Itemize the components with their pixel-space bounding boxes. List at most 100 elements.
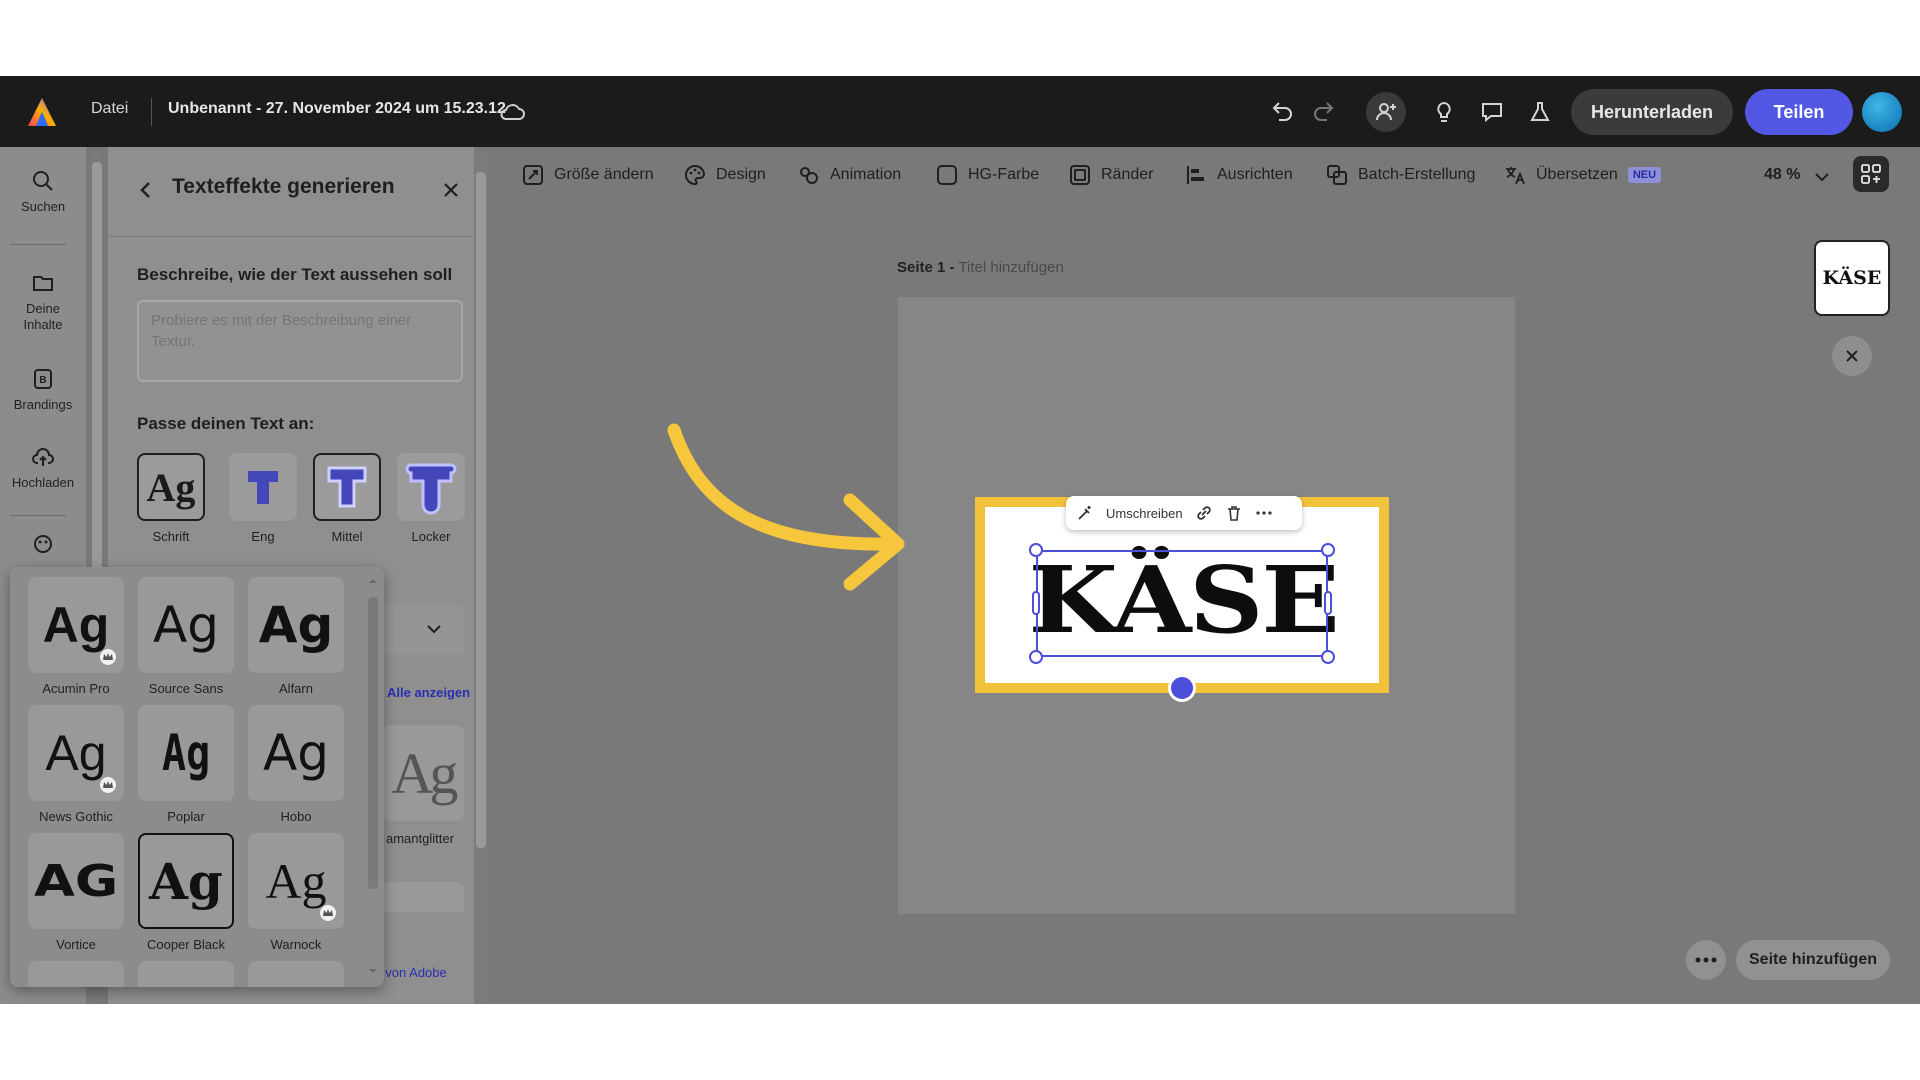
more-options-button[interactable]: [1686, 940, 1726, 980]
trash-icon[interactable]: [1225, 504, 1243, 522]
scroll-thumb[interactable]: [476, 172, 486, 848]
fit-glyph: Ag: [146, 464, 196, 510]
font-option-next[interactable]: [138, 961, 234, 987]
document-title[interactable]: Unbenannt - 27. November 2024 um 15.23.1…: [168, 100, 506, 118]
close-icon[interactable]: [442, 181, 460, 199]
chevron-up-icon[interactable]: [369, 577, 377, 585]
layout-icon: [1861, 164, 1881, 184]
rail-item-upload[interactable]: Hochladen: [0, 445, 86, 491]
font-option-next[interactable]: [28, 961, 124, 987]
zoom-level[interactable]: 48 %: [1764, 166, 1800, 184]
font-option-warnock[interactable]: Ag Warnock: [248, 833, 344, 952]
redo-icon[interactable]: [1308, 96, 1340, 128]
fit-option-tile: [397, 453, 465, 521]
text-fit-loose-icon: [405, 463, 457, 515]
font-option-vortice[interactable]: AG Vortice: [28, 833, 124, 952]
link-icon[interactable]: [1195, 504, 1213, 522]
side-handle[interactable]: [1324, 591, 1332, 615]
rail-item-search[interactable]: Suchen: [0, 169, 86, 215]
toolbar-design[interactable]: Design: [684, 164, 766, 186]
layout-panel-button[interactable]: [1853, 156, 1889, 192]
toolbar-label: HG-Farbe: [968, 166, 1040, 183]
flask-icon[interactable]: [1524, 96, 1556, 128]
file-menu[interactable]: Datei: [91, 100, 128, 118]
toolbar-translate[interactable]: Übersetzen NEU: [1504, 164, 1662, 186]
rewrite-button[interactable]: Umschreiben: [1106, 506, 1183, 521]
font-tile: [248, 961, 344, 987]
show-all-link[interactable]: Alle anzeigen: [387, 685, 470, 700]
font-option-acumin-pro[interactable]: Ag Acumin Pro: [28, 577, 124, 696]
cloud-sync-icon[interactable]: [498, 98, 526, 126]
scroll-thumb[interactable]: [368, 597, 378, 889]
folder-icon: [33, 276, 53, 291]
lightbulb-icon[interactable]: [1428, 96, 1460, 128]
font-tile: Ag: [138, 705, 234, 801]
fit-option-tight[interactable]: Eng: [229, 453, 297, 544]
resize-handle[interactable]: [1029, 543, 1043, 557]
font-option-cooper-black[interactable]: Ag Cooper Black: [138, 833, 234, 952]
undo-icon[interactable]: [1266, 96, 1298, 128]
font-option-next[interactable]: [248, 961, 344, 987]
chevron-down-icon[interactable]: [369, 967, 377, 975]
adapt-text-label: Passe deinen Text an:: [137, 414, 315, 433]
rail-item-your-content[interactable]: Deine Inhalte: [0, 271, 86, 333]
toolbar-resize[interactable]: Größe ändern: [522, 164, 654, 186]
font-label: Vortice: [56, 937, 96, 952]
resize-handle[interactable]: [1029, 650, 1043, 664]
rotate-handle[interactable]: [1168, 674, 1196, 702]
resize-handle[interactable]: [1321, 543, 1335, 557]
rail-item-generative[interactable]: [0, 532, 86, 562]
font-glyph: Ag: [263, 724, 329, 782]
fit-option-medium[interactable]: Mittel: [313, 453, 381, 544]
download-button[interactable]: Herunterladen: [1571, 89, 1733, 135]
font-select-dropdown[interactable]: [382, 605, 464, 655]
effect-tile-glitter[interactable]: Ag: [382, 725, 464, 821]
toolbar-batch[interactable]: Batch-Erstellung: [1326, 164, 1475, 186]
page-thumbnail[interactable]: KÄSE: [1814, 240, 1890, 316]
toolbar-borders[interactable]: Ränder: [1069, 164, 1153, 186]
align-icon: [1187, 166, 1204, 184]
search-icon: [33, 171, 53, 191]
more-icon[interactable]: [1255, 504, 1273, 522]
adobe-express-logo-icon[interactable]: [26, 96, 58, 128]
font-tile: [138, 961, 234, 987]
font-picker-popover: Ag Acumin Pro Ag Source Sans Ag Alfarn A…: [10, 567, 384, 987]
effect-description-input[interactable]: [137, 300, 463, 382]
comment-icon[interactable]: [1476, 96, 1508, 128]
font-option-news-gothic[interactable]: Ag News Gothic: [28, 705, 124, 824]
chevron-down-icon[interactable]: [1814, 170, 1830, 184]
font-option-alfarn[interactable]: Ag Alfarn: [248, 577, 344, 696]
font-label: News Gothic: [39, 809, 113, 824]
toolbar-bg-color[interactable]: HG-Farbe: [936, 164, 1039, 186]
share-button[interactable]: Teilen: [1745, 89, 1853, 135]
font-glyph: Ag: [161, 724, 211, 782]
font-option-source-sans[interactable]: Ag Source Sans: [138, 577, 234, 696]
animation-icon: [800, 167, 818, 184]
font-tile: Ag: [248, 705, 344, 801]
toolbar-animation[interactable]: Animation: [798, 164, 901, 186]
chevron-left-icon[interactable]: [138, 181, 154, 199]
font-option-hobo[interactable]: Ag Hobo: [248, 705, 344, 824]
popover-scrollbar[interactable]: [366, 577, 380, 977]
invite-user-icon[interactable]: [1366, 92, 1406, 132]
close-thumbnail-button[interactable]: [1832, 336, 1872, 376]
resize-handle[interactable]: [1321, 650, 1335, 664]
effect-tile[interactable]: [382, 882, 464, 912]
add-page-title[interactable]: Titel hinzufügen: [958, 259, 1063, 276]
divider: [10, 515, 66, 516]
side-handle[interactable]: [1032, 591, 1040, 615]
avatar[interactable]: [1862, 92, 1902, 132]
fit-option-font[interactable]: Ag Schrift: [137, 453, 205, 544]
add-page-button[interactable]: Seite hinzufügen: [1736, 940, 1890, 980]
font-glyph: Ag: [258, 596, 334, 654]
panel-scrollbar[interactable]: [474, 152, 488, 1004]
rail-item-brandings[interactable]: B Brandings: [0, 367, 86, 413]
fit-option-loose[interactable]: Locker: [397, 453, 465, 544]
scroll-thumb[interactable]: [92, 162, 102, 582]
font-label: Alfarn: [279, 681, 313, 696]
font-option-poplar[interactable]: Ag Poplar: [138, 705, 234, 824]
batch-icon: [1327, 165, 1347, 185]
toolbar-align[interactable]: Ausrichten: [1185, 164, 1293, 186]
svg-text:B: B: [39, 375, 46, 386]
rewrite-icon[interactable]: [1076, 504, 1094, 522]
